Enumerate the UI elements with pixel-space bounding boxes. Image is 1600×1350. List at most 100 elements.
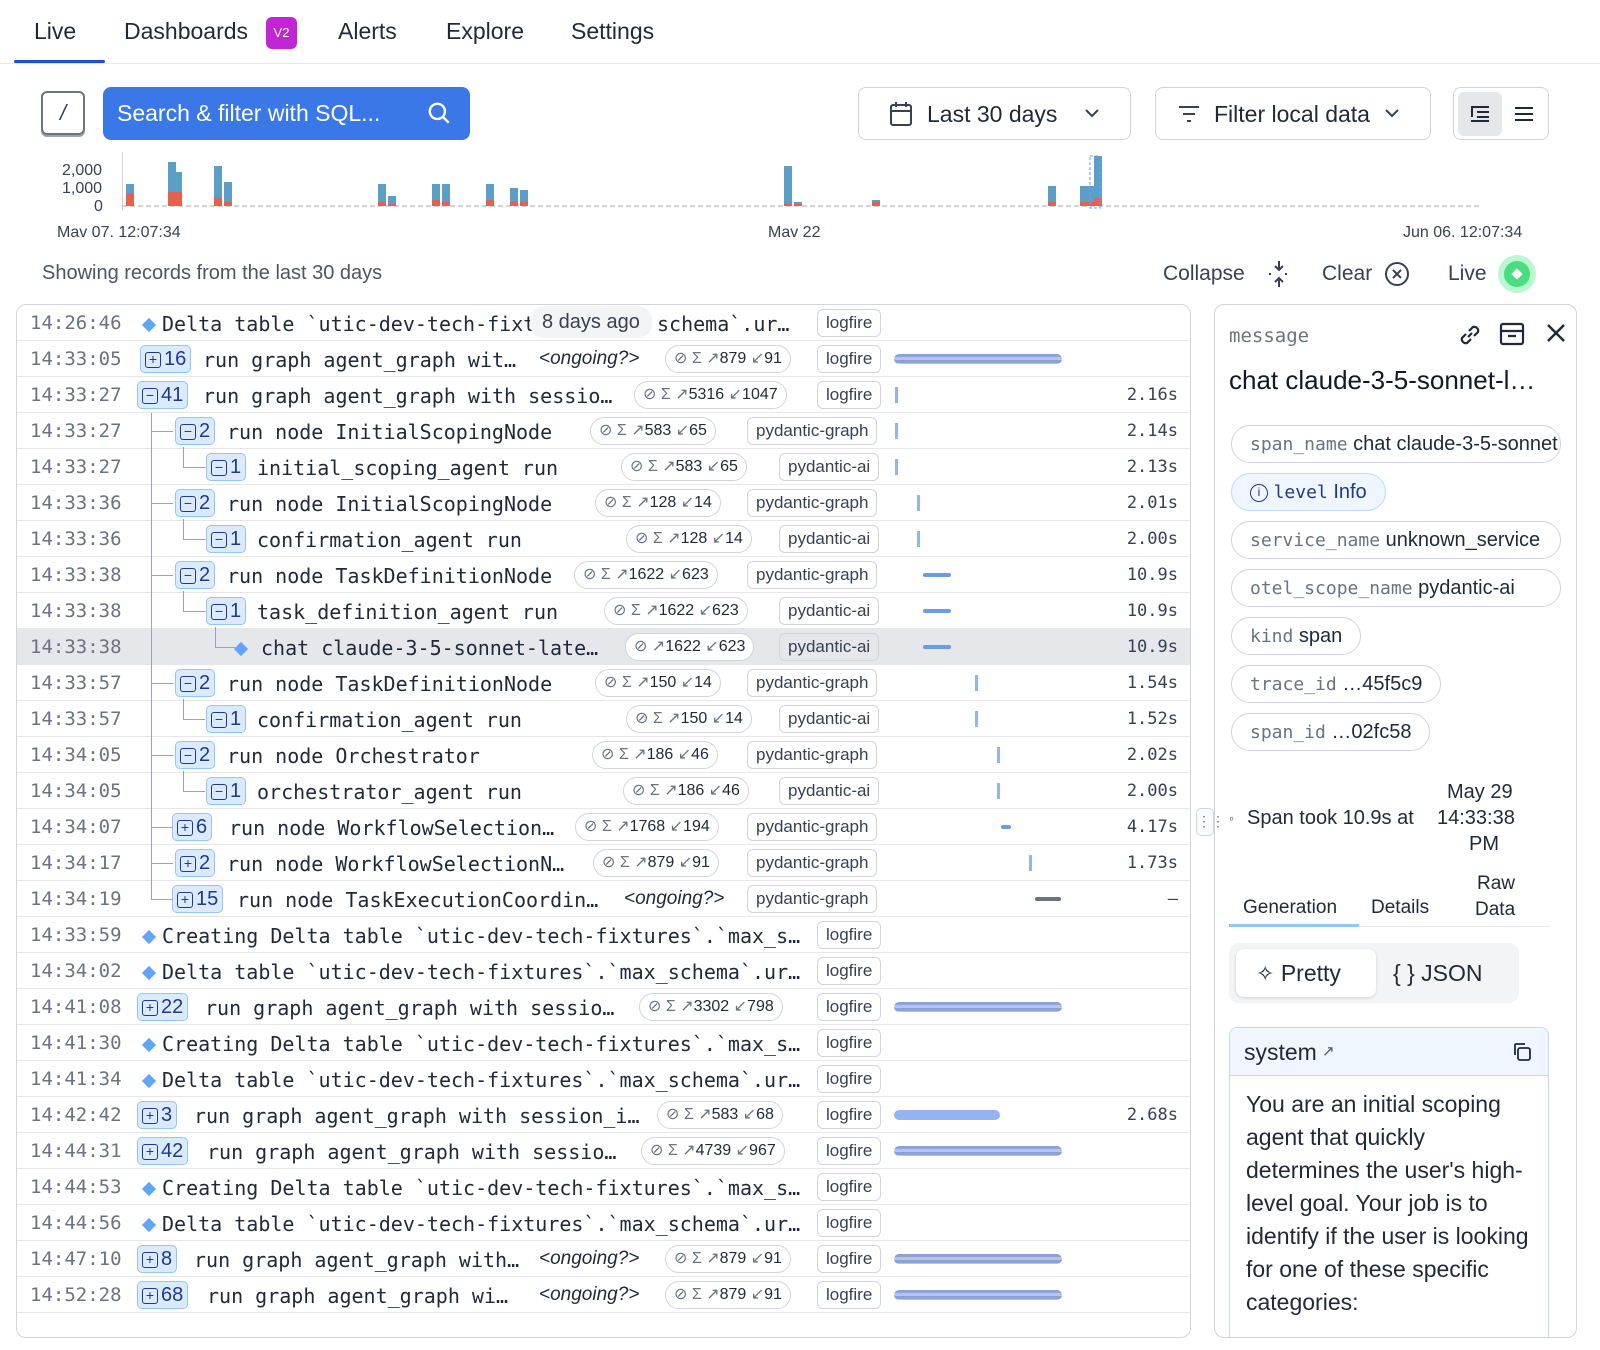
- expand-children-button[interactable]: +42: [137, 1137, 189, 1165]
- scope-badge[interactable]: pydantic-ai: [779, 633, 880, 661]
- scope-badge[interactable]: logfire: [817, 1065, 882, 1093]
- scope-badge[interactable]: logfire: [817, 957, 882, 985]
- expand-children-button[interactable]: −41: [137, 381, 189, 409]
- expand-children-button[interactable]: −2: [175, 417, 216, 445]
- link-icon[interactable]: [1456, 321, 1484, 349]
- tab-data[interactable]: Data: [1475, 899, 1515, 921]
- table-row[interactable]: 14:41:08 +22 run graph agent_graph with se…: [17, 989, 1190, 1025]
- expand-children-button[interactable]: −1: [206, 597, 247, 625]
- histogram-error-bar[interactable]: [872, 202, 880, 206]
- table-row[interactable]: 14:44:56 Delta table `utic-dev-tech-fixtu…: [17, 1205, 1190, 1241]
- scope-badge[interactable]: pydantic-graph: [747, 741, 878, 769]
- histogram-bar[interactable]: [388, 196, 396, 204]
- attr-otel-scope-name[interactable]: otel_scope_name pydantic-ai: [1231, 569, 1561, 607]
- scope-badge[interactable]: pydantic-graph: [747, 885, 878, 913]
- expand-children-button[interactable]: +8: [137, 1245, 178, 1273]
- scope-badge[interactable]: pydantic-graph: [747, 849, 878, 877]
- table-row[interactable]: 14:42:42 +3 run graph agent_graph with ses…: [17, 1097, 1190, 1133]
- scope-badge[interactable]: pydantic-ai: [779, 597, 880, 625]
- histogram-bar[interactable]: [432, 184, 440, 200]
- scope-badge[interactable]: pydantic-graph: [747, 669, 878, 697]
- scope-badge[interactable]: logfire: [817, 1209, 882, 1237]
- tab-alerts[interactable]: Alerts: [338, 18, 397, 45]
- expand-children-button[interactable]: −1: [206, 525, 247, 553]
- table-row[interactable]: 14:41:34 Delta table `utic-dev-tech-fixtu…: [17, 1061, 1190, 1097]
- table-row[interactable]: 14:44:53 Creating Delta table `utic-dev-t…: [17, 1169, 1190, 1205]
- table-row[interactable]: 14:34:19 +15 run node TaskExecutionCoordin…: [17, 881, 1190, 917]
- table-row[interactable]: 14:47:10 +8 run graph agent_graph with… <on…: [17, 1241, 1190, 1277]
- expand-children-button[interactable]: −1: [206, 705, 247, 733]
- histogram-error-bar[interactable]: [1080, 202, 1088, 206]
- scope-badge[interactable]: pydantic-ai: [779, 705, 880, 733]
- histogram-bar[interactable]: [1048, 186, 1056, 202]
- tab-explore[interactable]: Explore: [446, 18, 524, 45]
- tab-details[interactable]: Details: [1371, 897, 1429, 919]
- tab-live[interactable]: Live: [34, 18, 76, 45]
- histogram-bar[interactable]: [486, 184, 494, 200]
- scope-badge[interactable]: pydantic-ai: [779, 777, 880, 805]
- expand-children-button[interactable]: +22: [137, 993, 189, 1021]
- table-row[interactable]: 14:34:07 +6 run node WorkflowSelection… ⊘ Σ…: [17, 809, 1190, 845]
- scope-badge[interactable]: logfire: [817, 1137, 882, 1165]
- expand-children-button[interactable]: +68: [137, 1281, 189, 1309]
- histogram-bar[interactable]: [510, 188, 518, 202]
- close-icon[interactable]: [1545, 322, 1567, 344]
- histogram-bar[interactable]: [520, 190, 528, 202]
- scope-badge[interactable]: logfire: [817, 381, 882, 409]
- tab-generation[interactable]: Generation: [1243, 897, 1337, 919]
- histogram-error-bar[interactable]: [214, 198, 222, 206]
- table-row[interactable]: 14:33:57 −2 run node TaskDefinitionNode ⊘ Σ…: [17, 665, 1190, 701]
- table-row[interactable]: 14:44:31 +42 run graph agent_graph with se…: [17, 1133, 1190, 1169]
- scope-badge[interactable]: logfire: [817, 1029, 882, 1057]
- histogram-bar[interactable]: [174, 172, 182, 192]
- slash-shortcut-key[interactable]: /: [41, 91, 85, 135]
- archive-icon[interactable]: [1499, 321, 1525, 347]
- histogram-bar[interactable]: [442, 184, 450, 202]
- tree-view-option[interactable]: [1458, 92, 1502, 136]
- filter-local-data-button[interactable]: Filter local data: [1155, 87, 1431, 140]
- scope-badge[interactable]: pydantic-graph: [747, 489, 878, 517]
- histogram-error-bar[interactable]: [1048, 202, 1056, 206]
- clear-button[interactable]: Clear: [1322, 262, 1409, 286]
- histogram-bar[interactable]: [1080, 186, 1088, 202]
- records-histogram[interactable]: 2,000 1,000 0 Mav 07. 12:07:34 Mav 22 Ju…: [40, 150, 1570, 250]
- scope-badge[interactable]: pydantic-graph: [747, 561, 878, 589]
- panel-resize-handle[interactable]: ⋮⋮: [1196, 808, 1225, 836]
- flat-view-option[interactable]: [1502, 92, 1546, 136]
- table-row[interactable]: 14:41:30 Creating Delta table `utic-dev-t…: [17, 1025, 1190, 1061]
- expand-children-button[interactable]: +16: [140, 345, 192, 373]
- json-option[interactable]: { } JSON: [1393, 949, 1482, 997]
- histogram-bar[interactable]: [1094, 156, 1102, 198]
- histogram-error-bar[interactable]: [442, 202, 450, 206]
- table-row[interactable]: 14:34:02 Delta table `utic-dev-tech-fixtu…: [17, 953, 1190, 989]
- search-sql-button[interactable]: Search & filter with SQL...: [103, 87, 470, 140]
- expand-children-button[interactable]: −2: [175, 741, 216, 769]
- collapse-button[interactable]: Collapse: [1163, 261, 1289, 287]
- live-toggle[interactable]: Live: [1448, 255, 1536, 293]
- expand-children-button[interactable]: −2: [175, 489, 216, 517]
- expand-children-button[interactable]: +3: [137, 1101, 178, 1129]
- scope-badge[interactable]: logfire: [817, 993, 882, 1021]
- scope-badge[interactable]: logfire: [817, 1173, 882, 1201]
- table-row[interactable]: 14:33:36 −2 run node InitialScopingNode ⊘ Σ…: [17, 485, 1190, 521]
- histogram-bar[interactable]: [126, 184, 134, 194]
- scope-badge[interactable]: logfire: [817, 1281, 882, 1309]
- attr-span-id[interactable]: span_id …02fc58: [1231, 713, 1431, 751]
- table-row[interactable]: 14:33:27 −41 run graph agent_graph with se…: [17, 377, 1190, 413]
- date-range-button[interactable]: Last 30 days: [858, 87, 1131, 140]
- table-row[interactable]: 14:34:05 −2 run node Orchestrator ⊘ Σ ↗186 …: [17, 737, 1190, 773]
- table-row[interactable]: 14:34:17 +2 run node WorkflowSelectionN… ⊘ …: [17, 845, 1190, 881]
- table-row[interactable]: 14:33:59 Creating Delta table `utic-dev-t…: [17, 917, 1190, 953]
- expand-children-button[interactable]: +15: [172, 885, 224, 913]
- histogram-error-bar[interactable]: [486, 200, 494, 206]
- expand-children-button[interactable]: −2: [175, 669, 216, 697]
- external-link-icon[interactable]: ↗: [1322, 1042, 1335, 1060]
- histogram-bar[interactable]: [784, 166, 792, 204]
- histogram-bar[interactable]: [872, 200, 880, 202]
- scope-badge[interactable]: logfire: [817, 1245, 882, 1273]
- histogram-bar[interactable]: [378, 184, 386, 202]
- histogram-error-bar[interactable]: [388, 204, 396, 206]
- attr-level[interactable]: i level Info: [1231, 473, 1386, 511]
- tab-dashboards[interactable]: Dashboards: [124, 18, 248, 45]
- histogram-error-bar[interactable]: [224, 202, 232, 206]
